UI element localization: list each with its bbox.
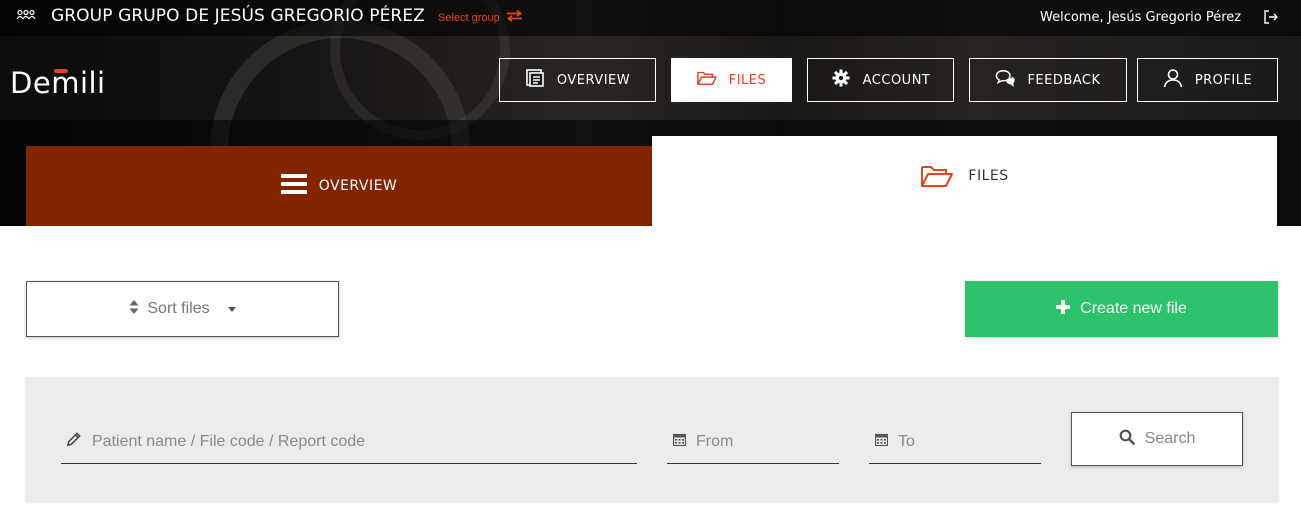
plus-icon [1056,299,1071,319]
nav-overview-label: OVERVIEW [556,72,631,88]
top-bar: GROUP GRUPO DE JESÚS GREGORIO PÉREZ Sele… [0,0,1301,36]
search-button[interactable]: Search [1071,412,1243,466]
logo-text-end: ili [79,66,106,100]
folder-open-icon [696,68,717,92]
nav-profile-button[interactable]: PROFILE [1137,58,1278,102]
welcome-text: Welcome, Jesús Gregorio Pérez [1040,10,1242,25]
document-list-icon [525,68,545,92]
swap-arrows-icon [506,10,523,25]
create-new-file-label: Create new file [1080,300,1187,317]
date-to-field [869,420,1041,464]
sort-files-dropdown[interactable]: Sort files [26,281,339,337]
nav-feedback-label: FEEDBACK [1027,72,1101,88]
logo-text-start: De [10,66,52,100]
sort-icon [129,299,139,320]
nav-profile-label: PROFILE [1194,72,1253,88]
folder-open-icon [921,166,954,187]
chevron-down-icon [227,306,236,312]
create-new-file-button[interactable]: Create new file [965,281,1278,337]
logout-icon[interactable] [1263,9,1279,25]
sort-files-label: Sort files [147,300,210,317]
chat-bubbles-icon [995,68,1016,92]
date-from-input[interactable] [696,432,839,451]
nav-files-label: FILES [728,72,767,88]
calendar-icon [672,433,687,451]
nav-account-button[interactable]: ACCOUNT [807,58,954,102]
nav-account-label: ACCOUNT [862,72,931,88]
tab-overview-label: OVERVIEW [318,178,398,194]
patient-search-input[interactable] [92,432,637,451]
search-label: Search [1144,430,1196,447]
logo-text-m: m [51,66,80,100]
nav-feedback-button[interactable]: FEEDBACK [969,58,1127,102]
gear-icon [831,68,851,92]
search-icon [1119,429,1135,450]
nav-files-button[interactable]: FILES [671,58,792,102]
select-group-label: Select group [438,11,500,24]
group-icon [16,9,36,24]
tab-overview[interactable]: OVERVIEW [26,146,652,226]
patient-search-field [61,420,637,464]
tab-files-label: FILES [968,168,1009,184]
calendar-icon [874,433,889,451]
group-title: GROUP GRUPO DE JESÚS GREGORIO PÉREZ [51,6,425,26]
tab-files[interactable]: FILES [652,136,1277,226]
hamburger-icon [280,173,307,199]
date-to-input[interactable] [898,432,1041,451]
user-icon [1163,68,1183,92]
logo[interactable]: Demili [10,66,106,100]
select-group-link[interactable]: Select group [438,10,523,25]
date-from-field [667,420,839,464]
pencil-icon [66,431,82,452]
nav-overview-button[interactable]: OVERVIEW [499,58,656,102]
